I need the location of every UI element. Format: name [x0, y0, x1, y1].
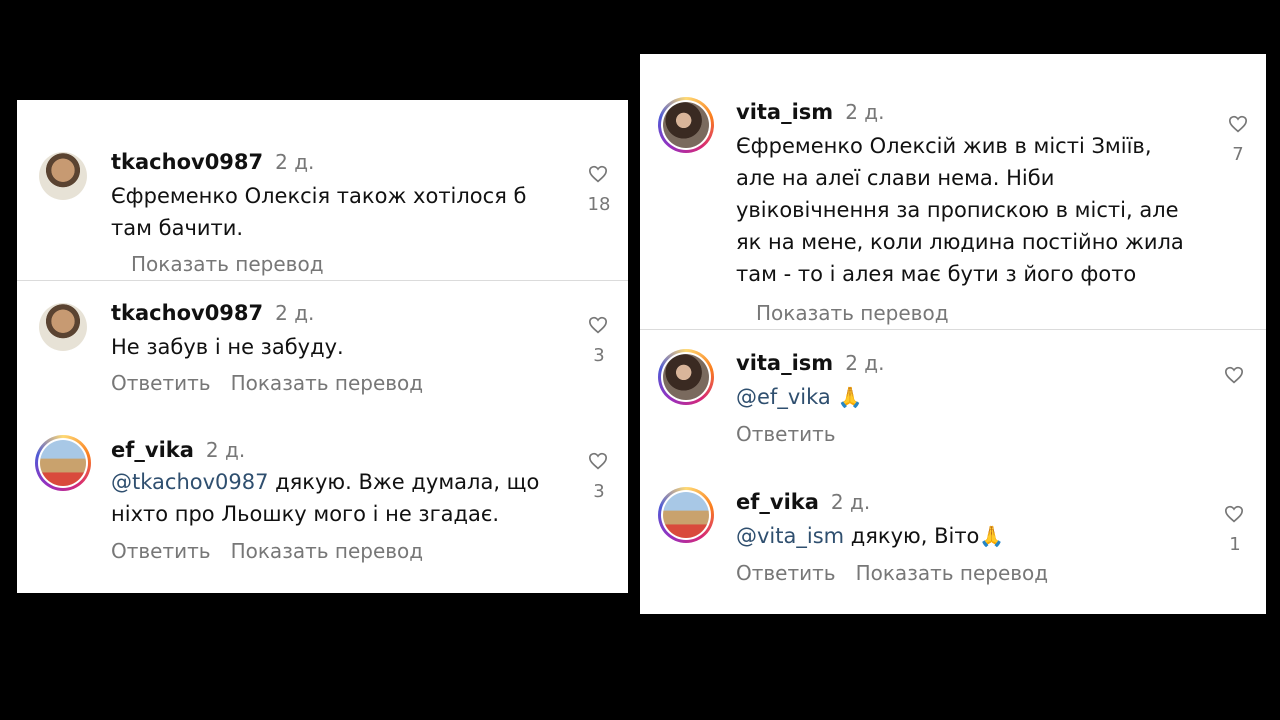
comment-header: vita_ism 2 д. — [736, 351, 884, 375]
timestamp: 2 д. — [845, 351, 885, 375]
timestamp: 2 д. — [275, 150, 315, 174]
comment-actions: Ответить Показать перевод — [111, 539, 443, 563]
mention-link[interactable]: @tkachov0987 — [111, 470, 268, 494]
comment-line: увіковічнення за пропискою в місті, але — [736, 198, 1179, 222]
username[interactable]: vita_ism — [736, 351, 833, 375]
comment-header: vita_ism 2 д. — [736, 100, 884, 124]
comment-line: Єфременко Олексій жив в місті Зміїв, — [736, 134, 1152, 158]
username[interactable]: ef_vika — [111, 438, 194, 462]
comment-line: Не забув і не забуду. — [111, 335, 344, 359]
like-count: 3 — [593, 345, 605, 366]
avatar[interactable] — [658, 349, 714, 405]
comment-line: @ef_vika 🙏 — [736, 381, 862, 413]
divider — [640, 329, 1266, 330]
comment-line: Єфременко Олексія також хотілося б — [111, 184, 527, 208]
comment-text-segment: дякую, Віто — [844, 524, 980, 548]
avatar[interactable] — [39, 152, 87, 200]
like-count: 18 — [587, 194, 611, 215]
reply-link[interactable]: Ответить — [111, 539, 211, 563]
comment-text-segment: дякую. Вже думала, що — [268, 470, 540, 494]
heart-icon[interactable] — [1228, 115, 1248, 133]
reply-link[interactable]: Ответить — [736, 561, 836, 585]
comment-header: tkachov0987 2 д. — [111, 150, 314, 174]
avatar[interactable] — [35, 435, 91, 491]
heart-icon[interactable] — [588, 452, 608, 470]
like-count: 1 — [1229, 534, 1241, 555]
comment-text: @ef_vika 🙏 — [736, 381, 862, 413]
show-translation-link[interactable]: Показать перевод — [131, 252, 324, 276]
comment-text: Єфременко Олексія також хотілося б там б… — [111, 180, 526, 244]
comment-line: ніхто про Льошку мого і не згадає. — [111, 502, 500, 526]
avatar[interactable] — [658, 487, 714, 543]
username[interactable]: vita_ism — [736, 100, 833, 124]
comment-header: tkachov0987 2 д. — [111, 301, 314, 325]
comment-header: ef_vika 2 д. — [736, 490, 870, 514]
like-count: 7 — [1232, 144, 1244, 165]
mention-link[interactable]: @vita_ism — [736, 524, 844, 548]
comment-header: ef_vika 2 д. — [111, 438, 245, 462]
timestamp: 2 д. — [275, 301, 315, 325]
comments-panel-left: tkachov0987 2 д. Єфременко Олексія також … — [17, 100, 628, 593]
avatar[interactable] — [39, 303, 87, 351]
pray-emoji: 🙏 — [837, 385, 863, 409]
show-translation-link[interactable]: Показать перевод — [231, 371, 424, 395]
heart-icon[interactable] — [1224, 366, 1244, 384]
comment-actions: Показать перевод — [756, 301, 969, 325]
comment-actions: Ответить Показать перевод — [111, 371, 443, 395]
heart-icon[interactable] — [588, 165, 608, 183]
comment-text: @tkachov0987 дякую. Вже думала, що ніхто… — [111, 466, 539, 530]
show-translation-link[interactable]: Показать перевод — [856, 561, 1049, 585]
username[interactable]: tkachov0987 — [111, 150, 263, 174]
heart-icon[interactable] — [1224, 505, 1244, 523]
comment-actions: Ответить Показать перевод — [736, 561, 1068, 585]
show-translation-link[interactable]: Показать перевод — [231, 539, 424, 563]
divider — [17, 280, 628, 281]
comment-line: як на мене, коли людина постійно жила — [736, 230, 1184, 254]
username[interactable]: tkachov0987 — [111, 301, 263, 325]
show-translation-link[interactable]: Показать перевод — [756, 301, 949, 325]
timestamp: 2 д. — [845, 100, 885, 124]
comment-line: там - то і алея має бути з його фото — [736, 262, 1137, 286]
comment-text: Не забув і не забуду. — [111, 331, 344, 363]
timestamp: 2 д. — [205, 438, 246, 462]
comment-line: але на алеї слави нема. Ніби — [736, 166, 1055, 190]
mention-link[interactable]: @ef_vika — [736, 385, 831, 409]
reply-link[interactable]: Ответить — [736, 422, 836, 446]
comments-panel-right: vita_ism 2 д. Єфременко Олексій жив в міс… — [640, 54, 1266, 614]
timestamp: 2 д. — [830, 490, 871, 514]
comment-actions: Ответить — [736, 422, 856, 446]
comment-text: @vita_ism дякую, Віто🙏 — [736, 520, 1004, 552]
avatar[interactable] — [658, 97, 714, 153]
comment-text: Єфременко Олексій жив в місті Зміїв, але… — [736, 130, 1184, 290]
like-count: 3 — [593, 481, 605, 502]
pray-emoji: 🙏 — [979, 524, 1005, 548]
comment-line: @vita_ism дякую, Віто🙏 — [736, 520, 1004, 552]
comment-line: там бачити. — [111, 216, 244, 240]
comment-actions: Показать перевод — [131, 252, 344, 276]
heart-icon[interactable] — [588, 316, 608, 334]
username[interactable]: ef_vika — [736, 490, 819, 514]
comment-line: @tkachov0987 дякую. Вже думала, що — [111, 466, 539, 498]
reply-link[interactable]: Ответить — [111, 371, 211, 395]
